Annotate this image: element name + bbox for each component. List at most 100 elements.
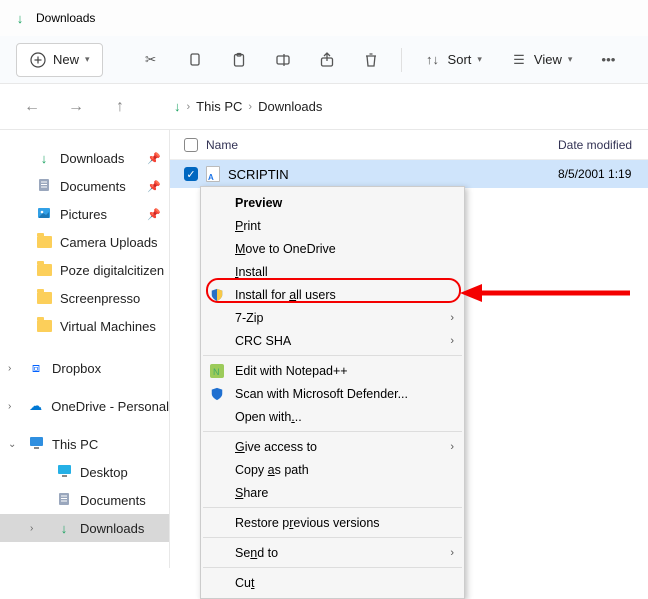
menu-item-label: Give access to [235, 440, 317, 454]
more-button[interactable]: ••• [590, 42, 626, 78]
scissors-icon: ✂ [142, 51, 160, 69]
menu-item-label: Restore previous versions [235, 516, 380, 530]
back-button[interactable]: ← [18, 98, 46, 116]
paste-button[interactable] [221, 42, 257, 78]
copy-button[interactable] [177, 42, 213, 78]
chevron-right-icon: › [30, 523, 33, 534]
rename-icon [274, 51, 292, 69]
sidebar-item[interactable]: Documents📌 [0, 172, 169, 200]
sidebar-item[interactable]: Screenpresso [0, 284, 169, 312]
font-file-icon [206, 166, 220, 182]
menu-item[interactable]: Print [201, 214, 464, 237]
menu-item[interactable]: Cut [201, 571, 464, 594]
sidebar-item-label: Desktop [80, 465, 128, 480]
sidebar-item-label: This PC [52, 437, 98, 452]
menu-item[interactable]: Move to OneDrive [201, 237, 464, 260]
sidebar-item-label: Dropbox [52, 361, 101, 376]
chevron-down-icon: ▾ [477, 54, 482, 65]
sidebar-item[interactable]: ↓Downloads📌 [0, 144, 169, 172]
document-icon [37, 178, 51, 195]
sidebar-group[interactable]: ›☁OneDrive - Personal [0, 392, 169, 420]
more-icon: ••• [599, 51, 617, 69]
up-button[interactable]: ↑ [106, 98, 134, 116]
chevron-right-icon: › [187, 101, 191, 113]
sidebar-group[interactable]: ⌄ This PC [0, 430, 169, 458]
document-icon [57, 492, 71, 509]
sort-button[interactable]: ↑↓ Sort ▾ [414, 43, 492, 77]
file-row[interactable]: ✓ SCRIPTIN 8/5/2001 1:19 [170, 160, 648, 188]
delete-button[interactable] [353, 42, 389, 78]
menu-item-label: Open with... [235, 410, 302, 424]
menu-item-label: Share [235, 486, 268, 500]
folder-icon [37, 320, 52, 332]
file-name: SCRIPTIN [228, 167, 289, 182]
trash-icon [362, 51, 380, 69]
new-label: New [53, 52, 79, 67]
menu-item[interactable]: Install for all users [201, 283, 464, 306]
menu-item-label: Preview [235, 196, 282, 210]
desktop-icon [57, 464, 72, 481]
sidebar-item[interactable]: Documents [0, 486, 169, 514]
chevron-down-icon: ⌄ [8, 439, 16, 450]
forward-button[interactable]: → [62, 98, 90, 116]
menu-item[interactable]: Restore previous versions [201, 511, 464, 534]
sidebar-item-label: Virtual Machines [60, 319, 156, 334]
menu-item[interactable]: Open with... [201, 405, 464, 428]
select-all-checkbox[interactable] [184, 138, 198, 152]
column-date[interactable]: Date modified [558, 138, 648, 152]
menu-item[interactable]: Share [201, 481, 464, 504]
menu-item-label: Scan with Microsoft Defender... [235, 387, 408, 401]
share-button[interactable] [309, 42, 345, 78]
sidebar-item[interactable]: Virtual Machines [0, 312, 169, 340]
breadcrumb[interactable]: ↓ › This PC › Downloads [174, 99, 322, 114]
menu-item[interactable]: Scan with Microsoft Defender... [201, 382, 464, 405]
menu-item[interactable]: NEdit with Notepad++ [201, 359, 464, 382]
menu-item[interactable]: CRC SHA› [201, 329, 464, 352]
sidebar-group[interactable]: ›⧈Dropbox [0, 354, 169, 382]
folder-icon [37, 292, 52, 304]
cut-button[interactable]: ✂ [133, 42, 169, 78]
menu-item[interactable]: Preview [201, 191, 464, 214]
plus-icon [29, 51, 47, 69]
sidebar-item[interactable]: Camera Uploads [0, 228, 169, 256]
sidebar-item-label: Camera Uploads [60, 235, 158, 250]
nav-bar: ← → ↑ ↓ › This PC › Downloads [0, 84, 648, 130]
rename-button[interactable] [265, 42, 301, 78]
column-headers: Name Date modified [170, 130, 648, 160]
new-button[interactable]: New ▾ [16, 43, 103, 77]
breadcrumb-current[interactable]: Downloads [258, 99, 322, 114]
file-date: 8/5/2001 1:19 [558, 167, 648, 181]
window-title: Downloads [36, 11, 95, 25]
menu-item-label: Cut [235, 576, 254, 590]
pin-icon: 📌 [147, 208, 161, 221]
menu-item[interactable]: Send to› [201, 541, 464, 564]
sidebar-item[interactable]: Pictures 📌 [0, 200, 169, 228]
sidebar-item[interactable]: Poze digitalcitizen [0, 256, 169, 284]
menu-item[interactable]: Install [201, 260, 464, 283]
menu-item[interactable]: Copy as path [201, 458, 464, 481]
chevron-right-icon: › [450, 441, 454, 453]
column-name[interactable]: Name [206, 138, 238, 152]
sidebar-item-label: Poze digitalcitizen [60, 263, 164, 278]
view-button[interactable]: ☰ View ▾ [500, 43, 582, 77]
dropbox-icon: ⧈ [32, 360, 40, 376]
share-icon [318, 51, 336, 69]
titlebar: ↓ Downloads [0, 0, 648, 36]
sidebar-item[interactable]: ›↓Downloads [0, 514, 169, 542]
row-checkbox[interactable]: ✓ [184, 167, 198, 181]
sidebar-item-label: Pictures [60, 207, 107, 222]
chevron-right-icon: › [450, 547, 454, 559]
breadcrumb-root[interactable]: This PC [196, 99, 242, 114]
menu-item[interactable]: 7-Zip› [201, 306, 464, 329]
sidebar-item[interactable]: Desktop [0, 458, 169, 486]
context-menu: Preview PrintMove to OneDriveInstallInsta… [200, 186, 465, 599]
chevron-down-icon: ▾ [85, 54, 90, 65]
pin-icon: 📌 [147, 180, 161, 193]
menu-item[interactable]: Give access to › [201, 435, 464, 458]
download-icon: ↓ [12, 10, 28, 26]
sidebar-item-label: Screenpresso [60, 291, 140, 306]
pin-icon: 📌 [147, 152, 161, 165]
notepadpp-icon: N [209, 363, 225, 379]
menu-item-label: Copy as path [235, 463, 309, 477]
sort-label: Sort [448, 52, 472, 67]
